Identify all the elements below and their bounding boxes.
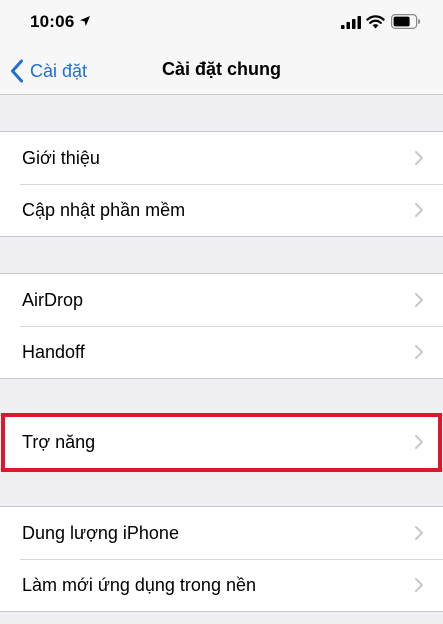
list-item-dung-luong-iphone[interactable]: Dung lượng iPhone	[0, 507, 443, 559]
list-item-label: Cập nhật phần mềm	[22, 199, 186, 220]
settings-group-sharing: AirDrop Handoff	[0, 273, 443, 379]
list-item-label: Trợ năng	[22, 431, 96, 452]
list-item-label: AirDrop	[22, 289, 84, 310]
list-item-gioi-thieu[interactable]: Giới thiệu	[0, 132, 443, 184]
top-bar: 10:06 Cài đặt Cài đặt chung	[0, 0, 443, 95]
list-item-airdrop[interactable]: AirDrop	[0, 274, 443, 326]
chevron-right-icon	[415, 203, 423, 217]
chevron-right-icon	[415, 345, 423, 359]
chevron-right-icon	[415, 435, 423, 449]
chevron-right-icon	[415, 293, 423, 307]
list-item-lam-moi-ung-dung[interactable]: Làm mới ứng dụng trong nền	[0, 559, 443, 611]
list-item-label: Làm mới ứng dụng trong nền	[22, 574, 256, 595]
list-item-label: Dung lượng iPhone	[22, 522, 179, 543]
list-item-handoff[interactable]: Handoff	[0, 326, 443, 378]
page-title: Cài đặt chung	[161, 59, 281, 79]
chevron-right-icon	[415, 151, 423, 165]
settings-group-accessibility: Trợ năng	[0, 415, 443, 469]
list-item-label: Handoff	[22, 341, 85, 362]
settings-group-about: Giới thiệu Cập nhật phần mềm	[0, 131, 443, 237]
status-time: 10:06	[30, 12, 75, 31]
settings-group-storage: Dung lượng iPhone Làm mới ứng dụng trong…	[0, 506, 443, 612]
list-item-tro-nang[interactable]: Trợ năng	[0, 416, 443, 468]
settings-screen: 10:06 Cài đặt Cài đặt chung Giới thiệu C…	[0, 0, 443, 624]
battery-icon	[391, 14, 421, 29]
chevron-right-icon	[415, 578, 423, 592]
cellular-signal-icon	[341, 16, 361, 29]
list-item-label: Giới thiệu	[22, 147, 100, 168]
location-arrow-icon	[80, 16, 90, 26]
wifi-icon	[366, 15, 385, 29]
list-item-cap-nhat-phan-mem[interactable]: Cập nhật phần mềm	[0, 184, 443, 236]
chevron-right-icon	[415, 526, 423, 540]
